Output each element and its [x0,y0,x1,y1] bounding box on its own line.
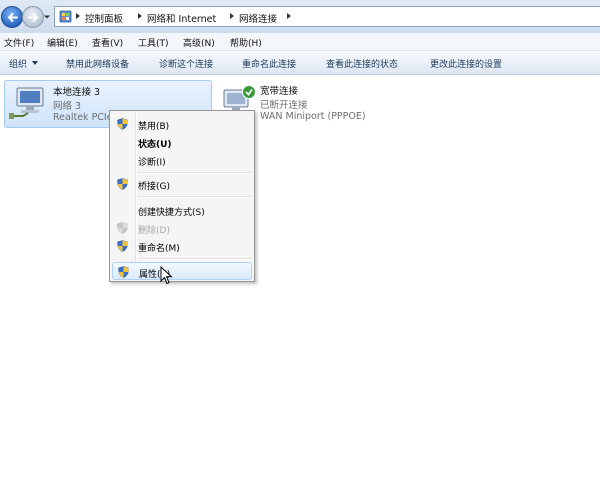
view-status-button[interactable]: 查看此连接的状态 [326,57,398,70]
connection-status: 已断开连接 [260,100,308,111]
chevron-down-icon [32,61,39,65]
context-item-label: 桥接(G) [138,182,170,192]
address-box[interactable]: 控制面板 网络和 Internet 网络连接 [54,6,600,27]
address-bar: 控制面板 网络和 Internet 网络连接 [0,0,600,33]
back-arrow-icon [7,13,18,22]
organize-button[interactable]: 组织 [9,57,39,70]
back-button[interactable] [1,6,23,28]
menu-edit[interactable]: 编辑(E) [47,36,78,49]
context-item-disable[interactable]: 禁用(B) [112,115,252,133]
shield-icon [117,118,128,130]
context-item-create-shortcut[interactable]: 创建快捷方式(S) [112,201,252,219]
context-item-properties[interactable]: 属性(R) [112,262,252,280]
shield-icon [117,240,128,252]
context-menu-separator [138,196,252,198]
menu-view[interactable]: 查看(V) [92,36,123,49]
menu-tools[interactable]: 工具(T) [138,36,169,49]
breadcrumb-separator-icon [230,13,234,19]
breadcrumb-network-connections[interactable]: 网络连接 [239,11,277,25]
breadcrumb-control-panel[interactable]: 控制面板 [85,11,123,25]
shield-icon [117,178,128,190]
mouse-cursor-icon [160,266,173,285]
context-item-label: 状态(U) [138,140,172,150]
context-item-rename[interactable]: 重命名(M) [112,237,252,255]
connection-name: 宽带连接 [260,86,299,97]
menu-bar: 文件(F) 编辑(E) 查看(V) 工具(T) 高级(N) 帮助(H) [0,33,600,51]
context-item-diagnose[interactable]: 诊断(I) [112,151,252,169]
connection-device: WAN Miniport (PPPOE) [260,111,366,122]
context-item-label: 禁用(B) [138,122,170,132]
menu-file[interactable]: 文件(F) [4,36,34,49]
context-menu-separator [138,258,252,260]
connection-device: Realtek PCIe [53,112,113,123]
menu-advanced[interactable]: 高级(N) [183,36,215,49]
command-bar: 组织 禁用此网络设备 诊断这个连接 重命名此连接 查看此连接的状态 更改此连接的… [0,51,600,75]
shield-icon [117,222,128,234]
context-menu-separator [138,172,252,174]
connection-name: 本地连接 3 [53,87,101,98]
breadcrumb-separator-icon [138,13,142,19]
forward-button[interactable] [22,6,44,28]
change-settings-button[interactable]: 更改此连接的设置 [430,57,502,70]
context-item-label: 删除(D) [138,226,170,236]
disable-device-button[interactable]: 禁用此网络设备 [66,57,129,70]
menu-help[interactable]: 帮助(H) [230,36,262,49]
breadcrumb-separator-icon [76,13,80,19]
history-dropdown-icon[interactable] [44,14,50,20]
rename-connection-button[interactable]: 重命名此连接 [242,57,296,70]
control-panel-icon [59,10,72,23]
context-item-delete: 删除(D) [112,219,252,237]
context-item-bridge[interactable]: 桥接(G) [112,175,252,193]
forward-arrow-icon [28,13,39,22]
diagnose-connection-button[interactable]: 诊断这个连接 [159,57,213,70]
connection-status: 网络 3 [53,101,82,112]
breadcrumb-separator-icon [287,13,291,19]
context-item-status[interactable]: 状态(U) [112,133,252,151]
breadcrumb-network-internet[interactable]: 网络和 Internet [147,11,216,25]
context-item-label: 诊断(I) [138,158,166,168]
context-item-label: 创建快捷方式(S) [138,208,205,218]
shield-icon [118,266,129,278]
network-adapter-icon [9,87,44,119]
context-menu: 禁用(B) 状态(U) 诊断(I) 桥接(G) 创建快捷方式(S) 删除(D) [109,110,255,282]
context-item-label: 重命名(M) [138,244,180,254]
organize-label: 组织 [9,60,28,70]
